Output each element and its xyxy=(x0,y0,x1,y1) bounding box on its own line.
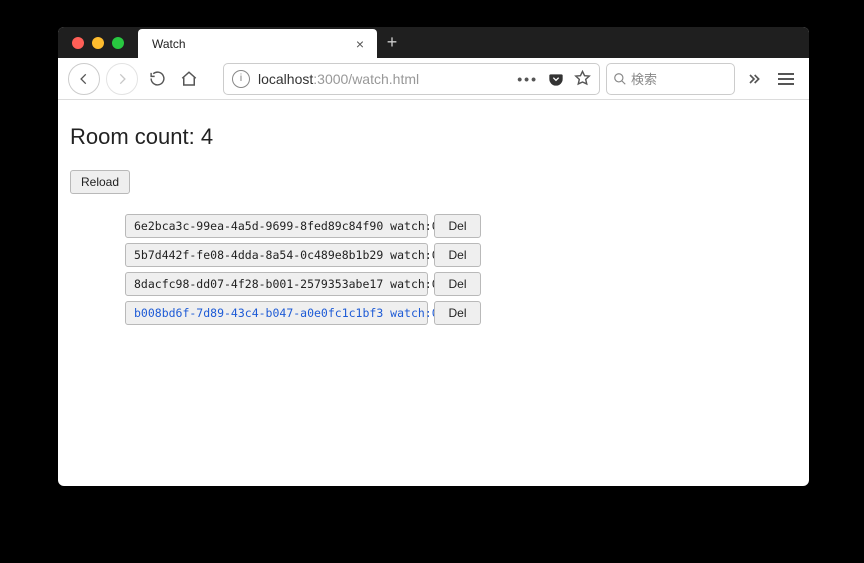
reload-list-button[interactable]: Reload xyxy=(70,170,130,194)
delete-room-button[interactable]: Del xyxy=(434,243,481,267)
room-link-button[interactable]: 6e2bca3c-99ea-4a5d-9699-8fed89c84f90 wat… xyxy=(125,214,428,238)
close-window-button[interactable] xyxy=(72,37,84,49)
url-bar[interactable]: i localhost:3000/watch.html ••• xyxy=(223,63,600,95)
hamburger-icon xyxy=(778,73,794,85)
menu-button[interactable] xyxy=(773,65,799,93)
room-count-heading: Room count: 4 xyxy=(70,124,797,150)
titlebar: Watch × + xyxy=(58,27,809,58)
reload-button[interactable] xyxy=(144,65,170,93)
browser-window: Watch × + i localhost:3000/watch.html ••… xyxy=(58,27,809,486)
room-link-button[interactable]: 5b7d442f-fe08-4dda-8a54-0c489e8b1b29 wat… xyxy=(125,243,428,267)
back-button[interactable] xyxy=(68,63,100,95)
zoom-window-button[interactable] xyxy=(112,37,124,49)
room-row: 5b7d442f-fe08-4dda-8a54-0c489e8b1b29 wat… xyxy=(125,243,797,267)
page-content: Room count: 4 Reload 6e2bca3c-99ea-4a5d-… xyxy=(58,100,809,486)
delete-room-button[interactable]: Del xyxy=(434,301,481,325)
search-placeholder: 検索 xyxy=(631,69,657,88)
room-list: 6e2bca3c-99ea-4a5d-9699-8fed89c84f90 wat… xyxy=(125,214,797,325)
window-controls xyxy=(58,27,138,58)
room-link-button[interactable]: 8dacfc98-dd07-4f28-b001-2579353abe17 wat… xyxy=(125,272,428,296)
browser-tab[interactable]: Watch × xyxy=(138,29,377,58)
site-info-icon[interactable]: i xyxy=(232,70,250,88)
delete-room-button[interactable]: Del xyxy=(434,272,481,296)
minimize-window-button[interactable] xyxy=(92,37,104,49)
room-row: 6e2bca3c-99ea-4a5d-9699-8fed89c84f90 wat… xyxy=(125,214,797,238)
forward-button[interactable] xyxy=(106,63,138,95)
delete-room-button[interactable]: Del xyxy=(434,214,481,238)
tab-title: Watch xyxy=(152,37,353,51)
nav-toolbar: i localhost:3000/watch.html ••• 検索 xyxy=(58,58,809,100)
home-button[interactable] xyxy=(176,65,202,93)
url-text: localhost:3000/watch.html xyxy=(258,71,509,87)
overflow-button[interactable] xyxy=(741,65,767,93)
room-link-button[interactable]: b008bd6f-7d89-43c4-b047-a0e0fc1c1bf3 wat… xyxy=(125,301,428,325)
page-actions-icon[interactable]: ••• xyxy=(517,71,538,87)
search-box[interactable]: 検索 xyxy=(606,63,735,95)
bookmark-star-icon[interactable] xyxy=(574,70,591,87)
pocket-icon[interactable] xyxy=(548,71,564,87)
room-row: 8dacfc98-dd07-4f28-b001-2579353abe17 wat… xyxy=(125,272,797,296)
room-row: b008bd6f-7d89-43c4-b047-a0e0fc1c1bf3 wat… xyxy=(125,301,797,325)
close-tab-icon[interactable]: × xyxy=(353,37,367,51)
new-tab-button[interactable]: + xyxy=(377,27,407,58)
